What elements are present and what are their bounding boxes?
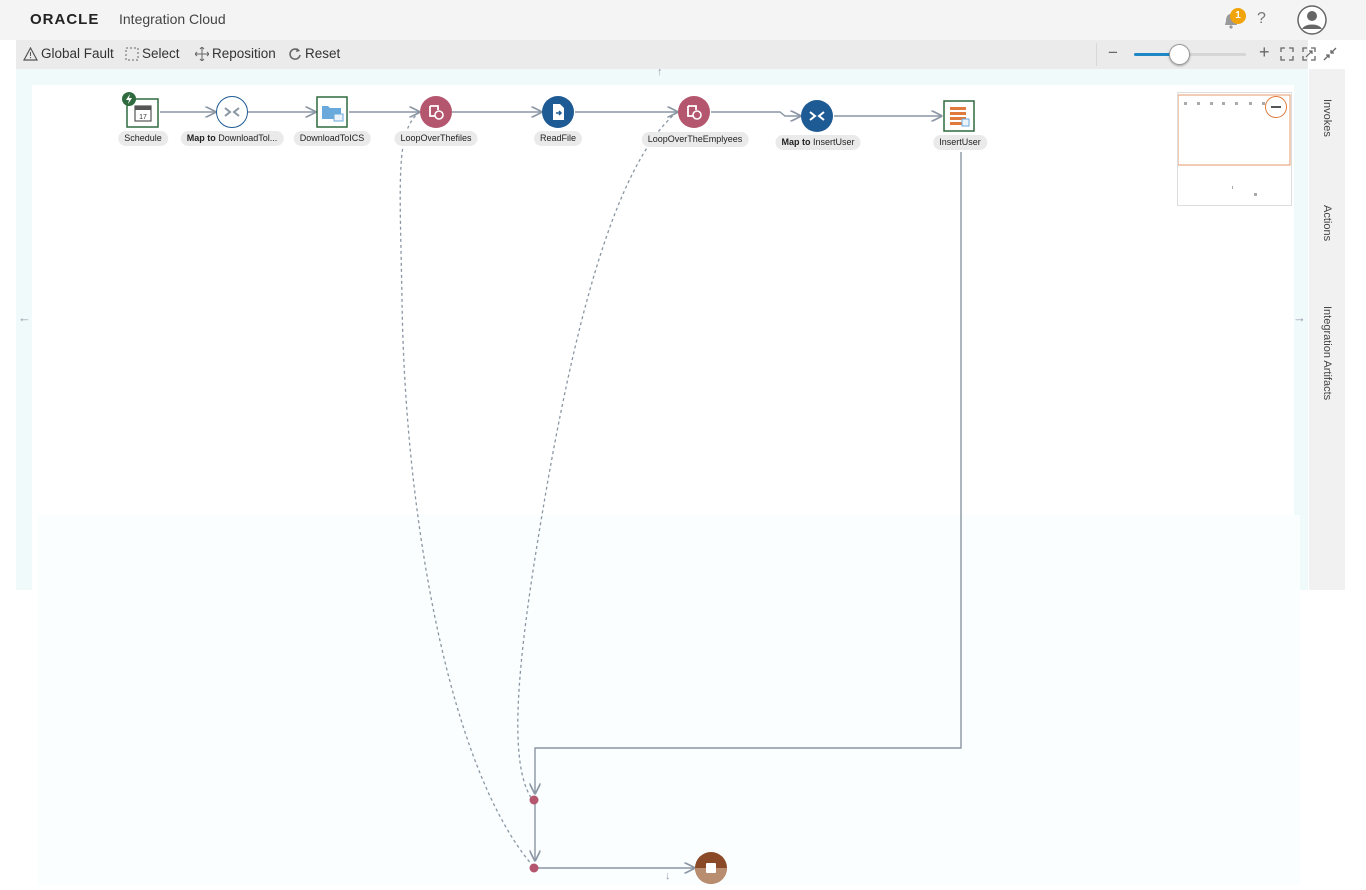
merge-dot-loop1 [529, 863, 539, 873]
node-label-read-file[interactable]: ReadFile [533, 131, 583, 146]
for-each-icon [429, 105, 444, 120]
map-icon [224, 107, 240, 117]
node-schedule[interactable]: 17 [122, 92, 159, 128]
connector-loop2-map2 [711, 112, 800, 116]
node-label-map-download[interactable]: Map to DownloadTol... [180, 131, 284, 146]
for-each-icon [687, 105, 702, 120]
node-read-file[interactable] [542, 96, 574, 128]
node-label-insert-user[interactable]: InsertUser [933, 135, 987, 150]
node-loop-over-files[interactable] [420, 96, 452, 128]
merge-dot-loop2 [529, 795, 539, 805]
loop2-return-dashed [517, 111, 678, 800]
map-icon [809, 111, 825, 121]
node-map-download[interactable] [216, 96, 248, 128]
node-loop-over-employees[interactable] [678, 96, 710, 128]
node-end[interactable] [695, 852, 727, 884]
node-label-map-insert-user[interactable]: Map to InsertUser [775, 135, 861, 150]
read-file-icon [553, 104, 564, 120]
node-download-to-ics[interactable] [316, 96, 348, 128]
stop-icon [706, 863, 716, 873]
node-label-loop-over-employees[interactable]: LoopOverTheEmplyees [641, 132, 749, 147]
node-label-loop-over-files[interactable]: LoopOverThefiles [394, 131, 478, 146]
database-adapter-icon [943, 100, 975, 132]
connector-insertuser-merge [535, 152, 962, 793]
node-label-download-to-ics[interactable]: DownloadToICS [293, 131, 371, 146]
loop1-return-dashed [399, 111, 534, 867]
node-insert-user[interactable] [943, 100, 975, 132]
trigger-bolt-icon [122, 92, 136, 106]
node-map-insert-user[interactable] [801, 100, 833, 132]
svg-text:17: 17 [139, 114, 147, 121]
stage-file-icon [316, 96, 348, 128]
node-label-schedule[interactable]: Schedule [118, 131, 168, 146]
